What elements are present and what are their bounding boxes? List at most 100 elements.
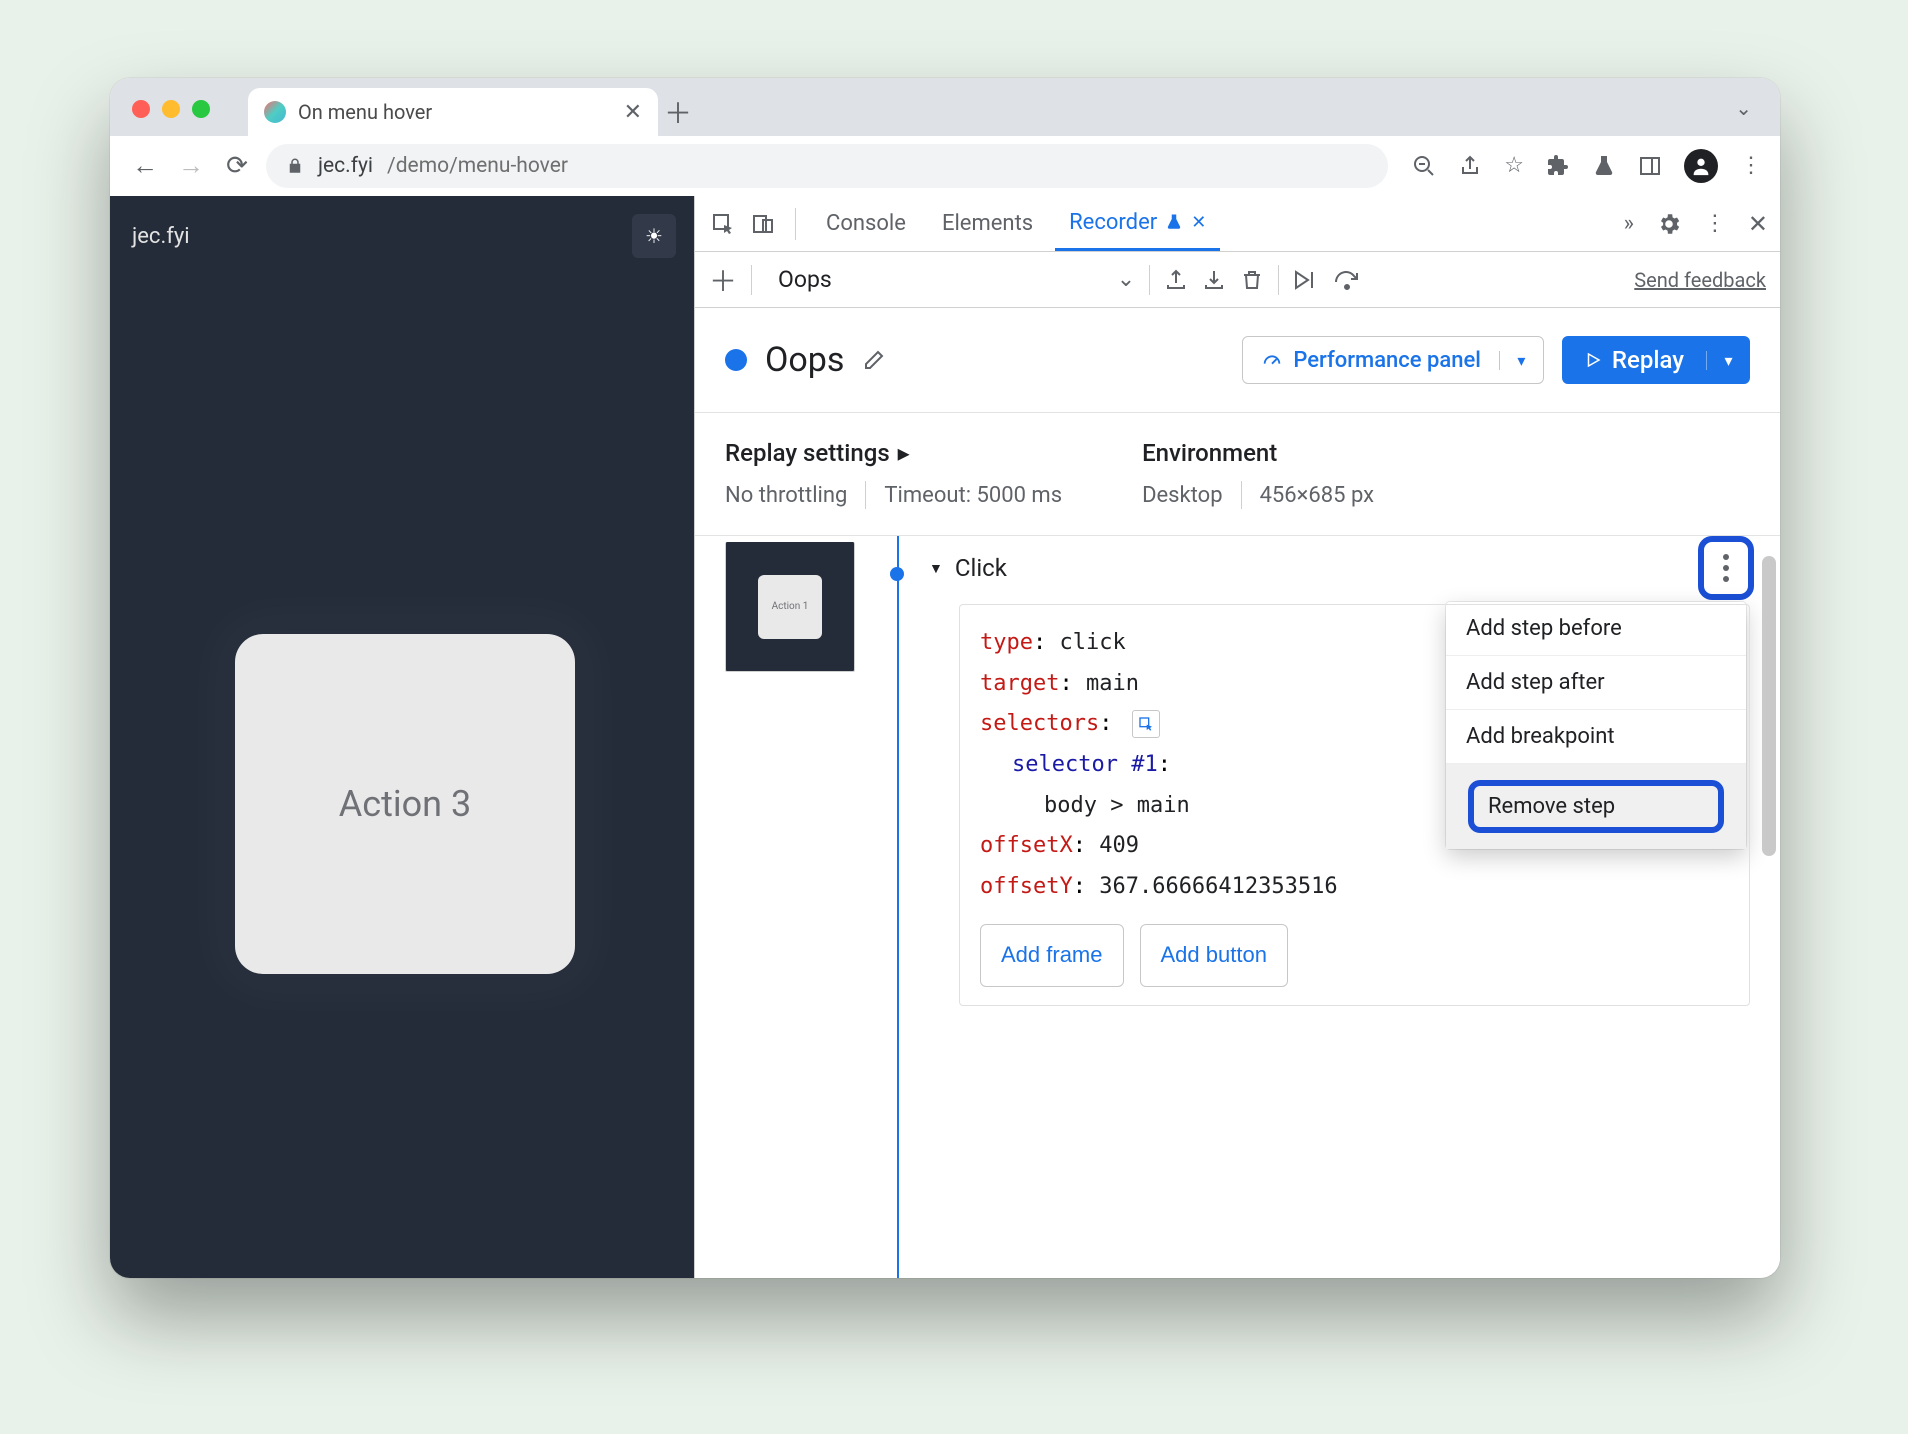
prop-key: target bbox=[980, 671, 1059, 696]
play-icon bbox=[1584, 351, 1602, 369]
device-toggle-icon[interactable] bbox=[747, 212, 779, 236]
environment-size: 456×685 px bbox=[1260, 483, 1375, 508]
caret-right-icon: ▸ bbox=[898, 439, 910, 467]
devtools-tabbar: Console Elements Recorder ✕ » ⋮ ✕ bbox=[695, 196, 1780, 252]
address-bar[interactable]: jec.fyi/demo/menu-hover bbox=[266, 144, 1388, 188]
action-card-label: Action 3 bbox=[339, 783, 471, 825]
environment-device: Desktop bbox=[1142, 483, 1223, 508]
forward-button[interactable]: → bbox=[174, 150, 208, 181]
side-panel-icon[interactable] bbox=[1638, 154, 1662, 178]
step-play-icon[interactable] bbox=[1293, 268, 1319, 292]
back-button[interactable]: ← bbox=[128, 150, 162, 181]
tab-title: On menu hover bbox=[298, 100, 432, 124]
prop-key: type bbox=[980, 630, 1033, 655]
recording-title: Oops bbox=[765, 340, 844, 380]
url-host: jec.fyi bbox=[318, 154, 373, 178]
replay-settings-toggle[interactable]: Replay settings ▸ bbox=[725, 439, 1062, 467]
delete-icon[interactable] bbox=[1240, 268, 1264, 292]
recording-header: Oops Performance panel ▾ Replay ▾ bbox=[695, 308, 1780, 413]
window-maximize-button[interactable] bbox=[192, 100, 210, 118]
devtools-menu-icon[interactable]: ⋮ bbox=[1704, 211, 1726, 236]
prop-key: offsetY bbox=[980, 874, 1073, 899]
lock-icon bbox=[286, 157, 304, 175]
prop-value[interactable]: main bbox=[1086, 671, 1139, 696]
performance-panel-dropdown[interactable]: ▾ bbox=[1499, 351, 1543, 370]
throttling-value: No throttling bbox=[725, 483, 847, 508]
reload-button[interactable]: ⟳ bbox=[220, 151, 254, 181]
new-recording-button[interactable]: ＋ bbox=[709, 260, 737, 300]
tab-search-button[interactable]: ⌄ bbox=[1735, 96, 1752, 120]
timeline bbox=[879, 536, 915, 1278]
window-controls bbox=[132, 100, 210, 118]
selector-value[interactable]: body > main bbox=[1044, 793, 1190, 818]
rendered-page: jec.fyi ☀ Action 3 bbox=[110, 196, 694, 1278]
step-title: Click bbox=[955, 554, 1007, 582]
extensions-icon[interactable] bbox=[1546, 154, 1570, 178]
performance-panel-button[interactable]: Performance panel ▾ bbox=[1242, 336, 1544, 384]
send-feedback-link[interactable]: Send feedback bbox=[1634, 268, 1766, 292]
timeline-node-icon[interactable] bbox=[890, 567, 904, 581]
prop-value[interactable]: 409 bbox=[1099, 833, 1139, 858]
profile-avatar[interactable] bbox=[1684, 149, 1718, 183]
selector-picker-icon[interactable] bbox=[1132, 710, 1160, 738]
tab-close-icon[interactable]: ✕ bbox=[624, 100, 642, 125]
step-header[interactable]: ▼ Click bbox=[929, 554, 1750, 582]
edit-title-icon[interactable] bbox=[862, 348, 886, 372]
step-over-icon[interactable] bbox=[1333, 268, 1361, 292]
step-menu-button[interactable] bbox=[1698, 536, 1754, 600]
browser-tab[interactable]: On menu hover ✕ bbox=[248, 88, 658, 136]
add-button-button[interactable]: Add button bbox=[1140, 924, 1288, 987]
selector-label: selector #1 bbox=[1012, 752, 1158, 777]
tab-console[interactable]: Console bbox=[812, 196, 920, 251]
zoom-icon[interactable] bbox=[1412, 154, 1436, 178]
step-thumbnail: Action 1 bbox=[725, 536, 855, 1278]
replay-button[interactable]: Replay ▾ bbox=[1562, 336, 1750, 384]
action-card[interactable]: Action 3 bbox=[235, 634, 575, 974]
settings-row: Replay settings ▸ No throttling Timeout:… bbox=[695, 413, 1780, 536]
toolbar: ← → ⟳ jec.fyi/demo/menu-hover ☆ ⋮ bbox=[110, 136, 1780, 196]
site-title: jec.fyi bbox=[132, 224, 190, 249]
prop-value[interactable]: 367.66666412353516 bbox=[1099, 874, 1337, 899]
prop-value[interactable]: click bbox=[1059, 630, 1125, 655]
replay-dropdown[interactable]: ▾ bbox=[1706, 351, 1750, 370]
steps-area: Action 1 ▼ Click Add step before bbox=[695, 536, 1780, 1278]
scrollbar[interactable] bbox=[1762, 556, 1776, 856]
step-details: type: click target: main selectors: sele… bbox=[959, 604, 1750, 1006]
environment-title: Environment bbox=[1142, 439, 1277, 467]
import-icon[interactable] bbox=[1202, 268, 1226, 292]
url-path: /demo/menu-hover bbox=[387, 154, 568, 178]
timeout-value: Timeout: 5000 ms bbox=[884, 483, 1062, 508]
theme-toggle-button[interactable]: ☀ bbox=[632, 214, 676, 258]
prop-key: selectors bbox=[980, 711, 1099, 736]
bookmark-icon[interactable]: ☆ bbox=[1504, 153, 1524, 178]
window-minimize-button[interactable] bbox=[162, 100, 180, 118]
titlebar: On menu hover ✕ ＋ ⌄ bbox=[110, 78, 1780, 136]
kebab-icon bbox=[1723, 554, 1729, 582]
tab-close-icon[interactable]: ✕ bbox=[1191, 212, 1206, 233]
more-tabs-icon[interactable]: » bbox=[1624, 211, 1634, 236]
new-tab-button[interactable]: ＋ bbox=[658, 88, 698, 136]
browser-window: On menu hover ✕ ＋ ⌄ ← → ⟳ jec.fyi/demo/m… bbox=[110, 78, 1780, 1278]
tab-elements[interactable]: Elements bbox=[928, 196, 1047, 251]
thumb-label: Action 1 bbox=[772, 601, 809, 612]
browser-menu-icon[interactable]: ⋮ bbox=[1740, 153, 1762, 178]
export-icon[interactable] bbox=[1164, 268, 1188, 292]
gauge-icon bbox=[1261, 349, 1283, 371]
content-area: jec.fyi ☀ Action 3 Console Elements Reco… bbox=[110, 196, 1780, 1278]
labs-icon[interactable] bbox=[1592, 154, 1616, 178]
prop-key: offsetX bbox=[980, 833, 1073, 858]
devtools-close-icon[interactable]: ✕ bbox=[1748, 210, 1768, 238]
caret-down-icon: ▼ bbox=[929, 560, 943, 577]
tab-recorder[interactable]: Recorder ✕ bbox=[1055, 196, 1220, 251]
inspect-icon[interactable] bbox=[707, 212, 739, 236]
recording-dropdown-icon[interactable]: ⌄ bbox=[1117, 267, 1135, 292]
recorder-toolbar: ＋ Oops ⌄ Send feedback bbox=[695, 252, 1780, 308]
settings-icon[interactable] bbox=[1656, 211, 1682, 237]
favicon-icon bbox=[264, 101, 286, 123]
recording-name: Oops bbox=[766, 266, 844, 293]
add-frame-button[interactable]: Add frame bbox=[980, 924, 1124, 987]
share-icon[interactable] bbox=[1458, 154, 1482, 178]
window-close-button[interactable] bbox=[132, 100, 150, 118]
devtools-panel: Console Elements Recorder ✕ » ⋮ ✕ ＋ Oops bbox=[694, 196, 1780, 1278]
flask-icon bbox=[1165, 213, 1183, 231]
